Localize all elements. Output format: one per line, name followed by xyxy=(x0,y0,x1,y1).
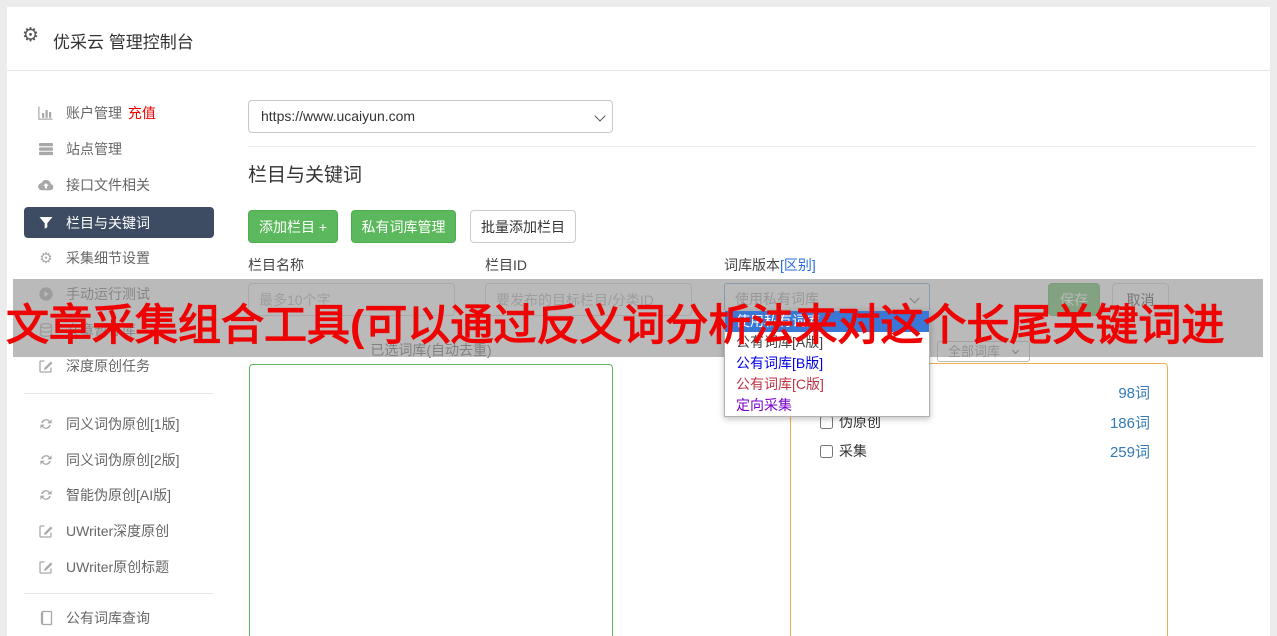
recharge-link[interactable]: 充值 xyxy=(128,105,156,121)
app-header: ⚙ 优采云 管理控制台 xyxy=(7,7,1270,71)
difference-link[interactable]: [区别] xyxy=(780,257,816,273)
lib-row-collect: 采集 xyxy=(820,441,867,461)
private-lib-button[interactable]: 私有词库管理 xyxy=(351,210,456,243)
sidebar-item-label: UWriter深度原创 xyxy=(66,523,170,539)
dropdown-option-public-b[interactable]: 公有词库[B版] xyxy=(725,353,929,374)
column-id-label: 栏目ID xyxy=(485,257,527,273)
funnel-icon xyxy=(38,215,54,231)
sidebar-divider xyxy=(24,593,214,594)
lib-count: 259词 xyxy=(1109,444,1150,461)
bar-chart-icon xyxy=(38,105,54,121)
collect-checkbox[interactable] xyxy=(820,444,833,458)
lib-count: 186词 xyxy=(1109,415,1150,432)
selected-libs-box[interactable] xyxy=(249,364,613,636)
sidebar-item-collect-settings[interactable]: ⚙ 采集细节设置 xyxy=(24,240,214,276)
sidebar-divider xyxy=(24,393,214,394)
edit-icon xyxy=(38,559,54,575)
refresh-icon xyxy=(38,452,54,468)
gear-icon: ⚙ xyxy=(22,25,40,46)
gears-icon: ⚙ xyxy=(39,250,53,267)
lib-row-label: 采集 xyxy=(839,443,867,459)
sidebar-item-sites[interactable]: 站点管理 xyxy=(24,131,214,167)
sidebar-item-label: 栏目与关键词 xyxy=(66,214,150,231)
sidebar-item-public-lib-query[interactable]: 公有词库查询 xyxy=(24,600,214,636)
sidebar-item-label: 同义词伪原创[2版] xyxy=(66,452,180,468)
book-icon xyxy=(38,610,54,626)
edit-icon xyxy=(38,358,54,374)
sidebar-item-label: 公有词库查询 xyxy=(66,610,150,626)
cloud-upload-icon xyxy=(38,177,54,193)
annotation-text: 文章采集组合工具(可以通过反义词分析法来对这个长尾关键词进 xyxy=(6,302,1225,350)
app-title: 优采云 管理控制台 xyxy=(53,33,194,52)
sidebar-item-smart-ai[interactable]: 智能伪原创[AI版] xyxy=(24,477,214,513)
column-name-label: 栏目名称 xyxy=(248,257,304,273)
sidebar-item-synonym-v2[interactable]: 同义词伪原创[2版] xyxy=(24,442,214,478)
section-divider xyxy=(248,146,1256,147)
refresh-icon xyxy=(38,487,54,503)
chevron-down-icon xyxy=(594,110,606,122)
sidebar-item-uwriter-title[interactable]: UWriter原创标题 xyxy=(24,549,214,585)
sidebar-item-interface-files[interactable]: 接口文件相关 xyxy=(24,167,214,203)
site-url-select[interactable]: https://www.ucaiyun.com xyxy=(248,100,613,133)
site-url-value: https://www.ucaiyun.com xyxy=(261,108,416,124)
sidebar-item-label: 智能伪原创[AI版] xyxy=(66,487,172,503)
page-title: 栏目与关键词 xyxy=(248,165,363,186)
sidebar-item-account[interactable]: 账户管理 充值 xyxy=(24,95,214,131)
sidebar-item-label: 站点管理 xyxy=(66,141,122,157)
sidebar-item-label: 账户管理 充值 xyxy=(66,105,156,121)
sidebar-item-label: 同义词伪原创[1版] xyxy=(66,416,180,432)
sidebar-item-label: 接口文件相关 xyxy=(66,177,150,193)
batch-add-button[interactable]: 批量添加栏目 xyxy=(470,210,576,243)
sidebar-item-label: 深度原创任务 xyxy=(66,358,150,374)
dropdown-option-directed[interactable]: 定向采集 xyxy=(725,395,929,416)
lib-count: 98词 xyxy=(1118,385,1150,402)
refresh-icon xyxy=(38,416,54,432)
sidebar-item-label: 采集细节设置 xyxy=(66,250,150,266)
server-icon xyxy=(38,141,54,157)
sidebar-item-columns-keywords[interactable]: 栏目与关键词 xyxy=(24,207,214,238)
sidebar-item-uwriter-deep[interactable]: UWriter深度原创 xyxy=(24,513,214,549)
edit-icon xyxy=(38,523,54,539)
pseudo-original-checkbox[interactable] xyxy=(820,415,833,429)
sidebar-item-synonym-v1[interactable]: 同义词伪原创[1版] xyxy=(24,406,214,442)
sidebar-item-label: UWriter原创标题 xyxy=(66,559,170,575)
lib-version-label: 词库版本[区别] xyxy=(724,257,816,273)
dropdown-option-public-c[interactable]: 公有词库[C版] xyxy=(725,374,929,395)
add-column-button[interactable]: 添加栏目 + xyxy=(248,210,338,243)
